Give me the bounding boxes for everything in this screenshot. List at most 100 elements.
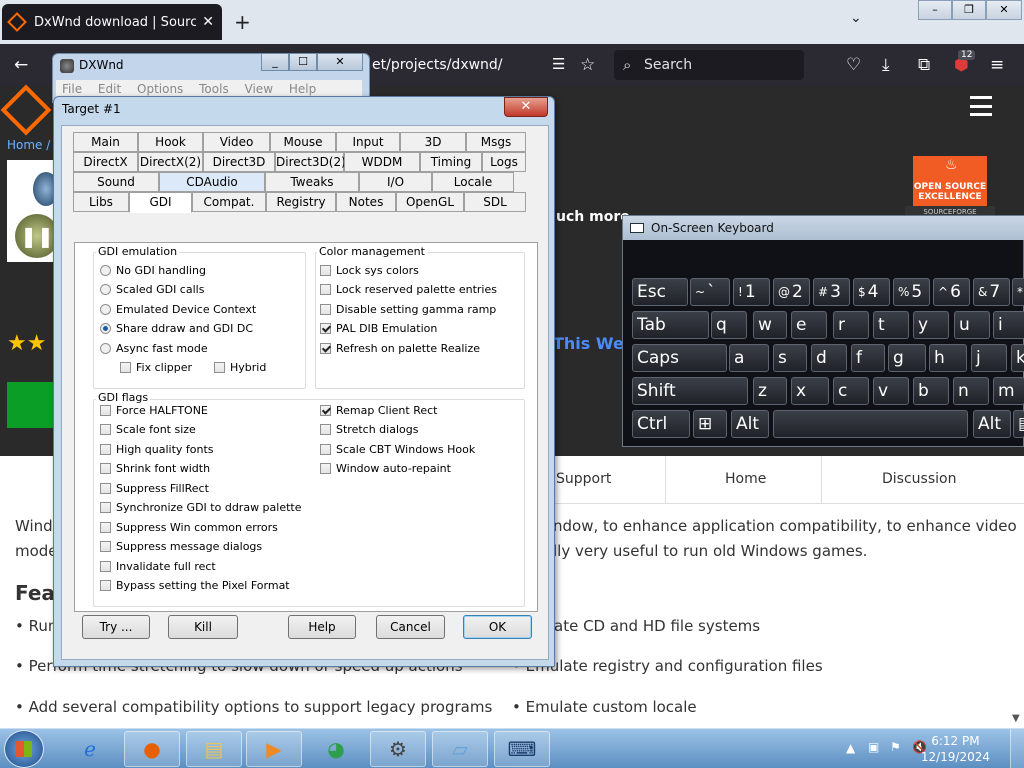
key-x[interactable]: x — [791, 377, 829, 405]
tab-msgs[interactable]: Msgs — [466, 132, 526, 152]
maximize-button[interactable]: ❐ — [952, 0, 986, 20]
kill-button[interactable]: Kill — [168, 615, 238, 639]
back-arrow-icon[interactable]: ← — [14, 55, 28, 75]
tab-input[interactable]: Input — [336, 132, 400, 152]
tab-compat[interactable]: Compat. — [192, 192, 266, 212]
checkbox-high-quality-fonts[interactable]: High quality fonts — [100, 442, 214, 456]
key-b[interactable]: b — [913, 377, 949, 405]
key-n[interactable]: n — [953, 377, 989, 405]
checkbox[interactable] — [320, 463, 331, 474]
key-t[interactable]: t — [873, 311, 909, 339]
checkbox[interactable] — [320, 443, 331, 455]
key-3[interactable]: #3 — [813, 278, 850, 306]
radio-button[interactable] — [100, 264, 111, 276]
tab-timing[interactable]: Timing — [420, 152, 482, 172]
hamburger-menu-icon[interactable] — [970, 96, 992, 116]
tab-directx[interactable]: DirectX — [73, 152, 138, 172]
menu-view[interactable]: View — [245, 82, 273, 96]
key-w[interactable]: w — [753, 311, 787, 339]
internet-explorer-icon[interactable]: ℯ — [62, 731, 118, 767]
checkbox-invalidate-full-rect[interactable]: Invalidate full rect — [100, 559, 216, 573]
tab-tweaks[interactable]: Tweaks — [265, 172, 359, 192]
key-[interactable]: * — [1012, 278, 1024, 306]
radio-button[interactable] — [100, 303, 111, 315]
ok-button[interactable]: OK — [463, 615, 532, 639]
tab-3d[interactable]: 3D — [400, 132, 466, 152]
key-k[interactable]: k — [1011, 344, 1024, 372]
tab-sound[interactable]: Sound — [73, 172, 159, 192]
checkbox-refresh-on-palette-realize[interactable]: Refresh on palette Realize — [320, 341, 480, 355]
checkbox[interactable] — [100, 482, 111, 494]
extensions-icon[interactable]: ⧉ — [918, 55, 930, 75]
key-windows[interactable]: ⊞ — [693, 410, 727, 438]
menu-help[interactable]: Help — [289, 82, 316, 96]
checkbox-shrink-font-width[interactable]: Shrink font width — [100, 462, 210, 476]
key-tab[interactable]: Tab — [632, 311, 709, 339]
key-q[interactable]: q — [711, 311, 747, 339]
media-player-icon[interactable]: ▶ — [246, 731, 302, 767]
checkbox[interactable] — [100, 443, 111, 455]
key-d[interactable]: d — [811, 344, 847, 372]
tab-video[interactable]: Video — [203, 132, 270, 152]
checkbox-lock-reserved-palette-entries[interactable]: Lock reserved palette entries — [320, 283, 497, 297]
osk-titlebar[interactable]: On-Screen Keyboard — [623, 216, 1024, 240]
search-input[interactable]: ⌕ Search — [614, 50, 804, 80]
key-[interactable]: ~ ` — [690, 278, 730, 306]
tab-locale[interactable]: Locale — [432, 172, 514, 192]
key-caps[interactable]: Caps — [632, 344, 727, 372]
key-alt[interactable]: Alt — [731, 410, 769, 438]
key-6[interactable]: ^ 6 — [933, 278, 970, 306]
menu-edit[interactable]: Edit — [98, 82, 121, 96]
key-1[interactable]: ! 1 — [733, 278, 770, 306]
tab-logs[interactable]: Logs — [482, 152, 526, 172]
checkbox[interactable] — [214, 361, 225, 373]
show-hidden-icons-icon[interactable]: ▲ — [846, 741, 855, 755]
minimize-button[interactable]: – — [918, 0, 952, 20]
browser-tab[interactable]: DxWnd download | SourceForge ✕ — [2, 4, 222, 40]
pocket-icon[interactable]: ♡ — [846, 55, 861, 75]
checkbox-scale-font-size[interactable]: Scale font size — [100, 423, 196, 437]
checkbox[interactable] — [320, 323, 331, 335]
dxwnd-close-button[interactable]: ✕ — [317, 53, 363, 71]
tab-home[interactable]: Home — [725, 471, 766, 487]
radio-emulated-device-context[interactable]: Emulated Device Context — [100, 302, 256, 316]
key-5[interactable]: % 5 — [893, 278, 930, 306]
checkbox[interactable] — [100, 580, 111, 591]
checkbox-synchronize-gdi-to-ddraw-palette[interactable]: Synchronize GDI to ddraw palette — [100, 501, 302, 515]
tab-close-icon[interactable]: ✕ — [202, 14, 214, 30]
checkbox-suppress-fillrect[interactable]: Suppress FillRect — [100, 481, 209, 495]
key-u[interactable]: u — [954, 311, 990, 339]
checkbox-remap-client-rect[interactable]: Remap Client Rect — [320, 403, 437, 417]
tab-registry[interactable]: Registry — [266, 192, 336, 212]
tab-i-o[interactable]: I/O — [359, 172, 432, 192]
radio-share-ddraw-and-gdi-dc[interactable]: Share ddraw and GDI DC — [100, 322, 253, 336]
tab-support[interactable]: Support — [556, 471, 611, 487]
tab-main[interactable]: Main — [73, 132, 138, 152]
notepad-icon[interactable]: ▱ — [432, 731, 488, 767]
checkbox[interactable] — [100, 560, 111, 572]
this-week-link[interactable]: This We — [553, 334, 624, 353]
checkbox[interactable] — [100, 521, 111, 533]
checkbox[interactable] — [100, 502, 111, 513]
key-alt-right[interactable]: Alt — [973, 410, 1011, 438]
checkbox-suppress-win-common-errors[interactable]: Suppress Win common errors — [100, 520, 278, 534]
key-j[interactable]: j — [971, 344, 1007, 372]
dxwnd-maximize-button[interactable]: ☐ — [289, 53, 317, 71]
checkbox[interactable] — [320, 303, 331, 315]
cancel-button[interactable]: Cancel — [376, 615, 445, 639]
tab-gdi[interactable]: GDI — [129, 192, 192, 213]
key-h[interactable]: h — [929, 344, 967, 372]
key-a[interactable]: a — [729, 344, 769, 372]
checkbox[interactable] — [320, 342, 331, 354]
tab-directx-2[interactable]: DirectX(2) — [138, 152, 203, 172]
key-ctrl[interactable]: Ctrl — [632, 410, 690, 438]
new-tab-button[interactable]: + — [234, 10, 251, 34]
menu-tools[interactable]: Tools — [199, 82, 229, 96]
menu-file[interactable]: File — [62, 82, 82, 96]
tab-direct3d[interactable]: Direct3D — [203, 152, 275, 172]
tab-notes[interactable]: Notes — [336, 192, 396, 212]
close-window-button[interactable]: ✕ — [986, 0, 1022, 20]
key-i[interactable]: i — [993, 311, 1024, 339]
key-esc[interactable]: Esc — [632, 278, 688, 306]
key-g[interactable]: g — [888, 344, 926, 372]
